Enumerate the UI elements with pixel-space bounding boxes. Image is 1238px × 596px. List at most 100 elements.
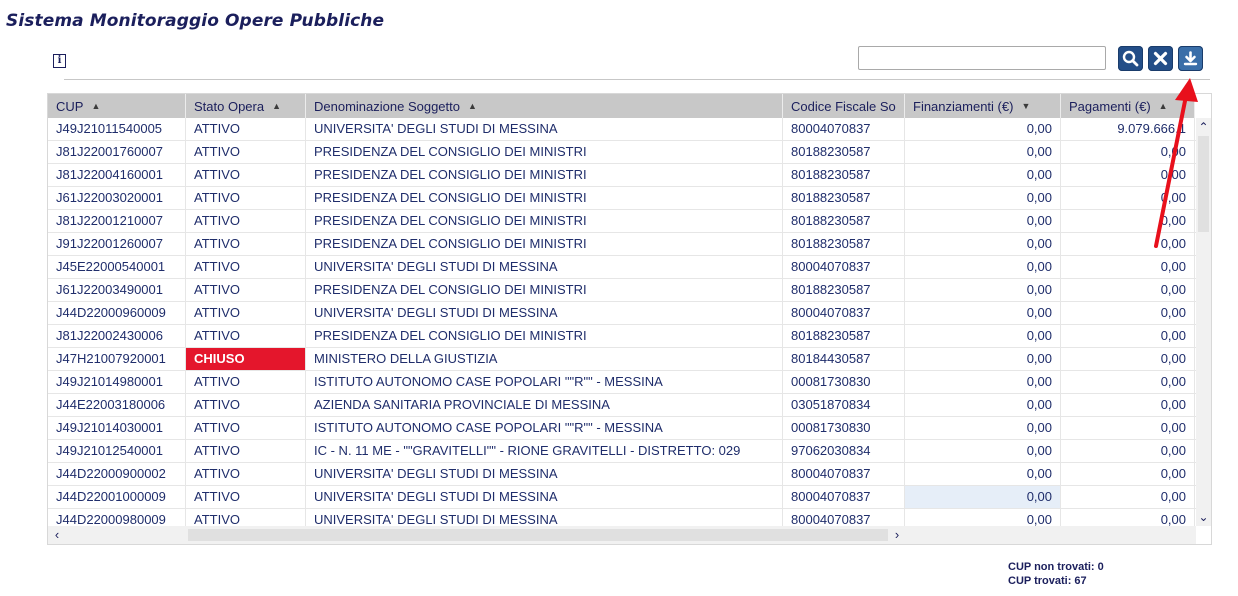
table-cell[interactable]: 0,00 bbox=[905, 210, 1061, 232]
table-cell[interactable]: 0,00 bbox=[1061, 164, 1195, 186]
table-row[interactable]: J49J21011540005 ATTIVO UNIVERSITA' DEGLI S… bbox=[48, 118, 1196, 141]
column-header-pagamenti[interactable]: Pagamenti (€) ▲ bbox=[1061, 94, 1195, 118]
table-row[interactable]: J44D22000960009 ATTIVO UNIVERSITA' DEGLI S… bbox=[48, 302, 1196, 325]
vertical-scroll-thumb[interactable] bbox=[1198, 136, 1209, 232]
table-cell[interactable]: ISTITUTO AUTONOMO CASE POPOLARI ""R"" - … bbox=[306, 371, 783, 393]
table-row[interactable]: J81J22001760007 ATTIVO PRESIDENZA DEL CONS… bbox=[48, 141, 1196, 164]
table-cell[interactable]: 80188230587 bbox=[783, 325, 905, 347]
table-cell[interactable]: UNIVERSITA' DEGLI STUDI DI MESSINA bbox=[306, 256, 783, 278]
table-cell[interactable]: ATTIVO bbox=[186, 256, 306, 278]
table-cell[interactable]: 80188230587 bbox=[783, 164, 905, 186]
table-cell[interactable]: AZIENDA SANITARIA PROVINCIALE DI MESSINA bbox=[306, 394, 783, 416]
table-cell[interactable]: ATTIVO bbox=[186, 325, 306, 347]
table-cell[interactable]: 0,00 bbox=[1061, 187, 1195, 209]
table-cell[interactable]: PRESIDENZA DEL CONSIGLIO DEI MINISTRI bbox=[306, 210, 783, 232]
table-cell[interactable]: J81J22004160001 bbox=[48, 164, 186, 186]
table-cell[interactable]: PRESIDENZA DEL CONSIGLIO DEI MINISTRI bbox=[306, 233, 783, 255]
table-cell[interactable]: 0,00 bbox=[1061, 256, 1195, 278]
table-cell[interactable]: 0,00 bbox=[905, 256, 1061, 278]
table-cell[interactable]: J49J21011540005 bbox=[48, 118, 186, 140]
table-cell[interactable]: 80004070837 bbox=[783, 463, 905, 485]
table-row[interactable]: J44D22000980009 ATTIVO UNIVERSITA' DEGLI S… bbox=[48, 509, 1196, 526]
table-cell[interactable]: 0,00 bbox=[1061, 348, 1195, 370]
table-cell[interactable]: ATTIVO bbox=[186, 302, 306, 324]
table-cell[interactable]: ATTIVO bbox=[186, 486, 306, 508]
table-cell[interactable]: ATTIVO bbox=[186, 417, 306, 439]
table-cell[interactable]: 0,00 bbox=[905, 417, 1061, 439]
table-cell[interactable]: 0,00 bbox=[905, 440, 1061, 462]
table-row[interactable]: J45E22000540001 ATTIVO UNIVERSITA' DEGLI S… bbox=[48, 256, 1196, 279]
horizontal-scrollbar[interactable]: ‹ › bbox=[48, 526, 1196, 544]
table-cell[interactable]: 0,00 bbox=[905, 463, 1061, 485]
column-header-stato-opera[interactable]: Stato Opera ▲ bbox=[186, 94, 306, 118]
info-icon[interactable]: i bbox=[53, 54, 66, 68]
table-cell[interactable]: 0,00 bbox=[905, 279, 1061, 301]
table-cell[interactable]: J47H21007920001 bbox=[48, 348, 186, 370]
table-cell[interactable]: 80004070837 bbox=[783, 302, 905, 324]
table-cell[interactable]: PRESIDENZA DEL CONSIGLIO DEI MINISTRI bbox=[306, 279, 783, 301]
table-cell[interactable]: 0,00 bbox=[1061, 486, 1195, 508]
table-row[interactable]: J44D22000900002 ATTIVO UNIVERSITA' DEGLI S… bbox=[48, 463, 1196, 486]
table-cell[interactable]: UNIVERSITA' DEGLI STUDI DI MESSINA bbox=[306, 463, 783, 485]
table-cell[interactable]: 9.079.666,1 bbox=[1061, 118, 1195, 140]
table-cell[interactable]: IC - N. 11 ME - ""GRAVITELLI"" - RIONE G… bbox=[306, 440, 783, 462]
column-header-cup[interactable]: CUP ▲ bbox=[48, 94, 186, 118]
table-cell[interactable]: 80188230587 bbox=[783, 210, 905, 232]
table-cell[interactable]: J81J22002430006 bbox=[48, 325, 186, 347]
table-cell[interactable]: UNIVERSITA' DEGLI STUDI DI MESSINA bbox=[306, 509, 783, 526]
table-cell[interactable]: 00081730830 bbox=[783, 371, 905, 393]
table-cell[interactable]: 80188230587 bbox=[783, 141, 905, 163]
chevron-right-icon[interactable]: › bbox=[890, 527, 904, 543]
table-cell[interactable]: 80004070837 bbox=[783, 118, 905, 140]
table-cell[interactable]: 0,00 bbox=[905, 348, 1061, 370]
table-cell[interactable]: 0,00 bbox=[1061, 325, 1195, 347]
table-cell[interactable]: J44D22000960009 bbox=[48, 302, 186, 324]
table-cell[interactable]: 0,00 bbox=[905, 325, 1061, 347]
sort-icon[interactable]: ▲ bbox=[272, 101, 281, 111]
table-cell[interactable]: 0,00 bbox=[905, 141, 1061, 163]
table-cell[interactable]: 0,00 bbox=[1061, 417, 1195, 439]
chevron-up-icon[interactable]: ⌃ bbox=[1197, 120, 1210, 134]
column-header-denominazione[interactable]: Denominazione Soggetto ▲ bbox=[306, 94, 783, 118]
table-row[interactable]: J91J22001260007 ATTIVO PRESIDENZA DEL CONS… bbox=[48, 233, 1196, 256]
table-cell[interactable]: ATTIVO bbox=[186, 233, 306, 255]
table-cell[interactable]: J44D22000980009 bbox=[48, 509, 186, 526]
column-header-codice-fiscale[interactable]: Codice Fiscale So bbox=[783, 94, 905, 118]
table-cell[interactable]: 0,00 bbox=[905, 233, 1061, 255]
table-cell[interactable]: J44D22000900002 bbox=[48, 463, 186, 485]
clear-button[interactable] bbox=[1148, 46, 1173, 71]
column-header-finanziamenti[interactable]: Finanziamenti (€) ▼ bbox=[905, 94, 1061, 118]
table-cell[interactable]: 0,00 bbox=[905, 187, 1061, 209]
horizontal-scroll-thumb[interactable] bbox=[188, 529, 888, 541]
sort-desc-icon[interactable]: ▼ bbox=[1021, 101, 1030, 111]
table-cell[interactable]: ATTIVO bbox=[186, 164, 306, 186]
table-cell[interactable]: 0,00 bbox=[1061, 279, 1195, 301]
search-button[interactable] bbox=[1118, 46, 1143, 71]
table-cell[interactable]: 03051870834 bbox=[783, 394, 905, 416]
sort-icon[interactable]: ▲ bbox=[1159, 101, 1168, 111]
table-row[interactable]: J81J22004160001 ATTIVO PRESIDENZA DEL CONS… bbox=[48, 164, 1196, 187]
table-row[interactable]: J44D22001000009 ATTIVO UNIVERSITA' DEGLI S… bbox=[48, 486, 1196, 509]
table-cell[interactable]: PRESIDENZA DEL CONSIGLIO DEI MINISTRI bbox=[306, 164, 783, 186]
table-cell[interactable]: 0,00 bbox=[905, 509, 1061, 526]
table-cell[interactable]: 0,00 bbox=[905, 371, 1061, 393]
table-cell[interactable]: CHIUSO bbox=[186, 348, 306, 370]
chevron-left-icon[interactable]: ‹ bbox=[50, 527, 64, 543]
download-button[interactable] bbox=[1178, 46, 1203, 71]
table-cell[interactable]: 0,00 bbox=[1061, 440, 1195, 462]
table-cell[interactable]: J44E22003180006 bbox=[48, 394, 186, 416]
table-cell[interactable]: J61J22003020001 bbox=[48, 187, 186, 209]
table-cell[interactable]: ATTIVO bbox=[186, 463, 306, 485]
table-cell[interactable]: 80188230587 bbox=[783, 279, 905, 301]
table-cell[interactable]: 0,00 bbox=[1061, 233, 1195, 255]
table-cell[interactable]: 0,00 bbox=[905, 394, 1061, 416]
table-cell[interactable]: UNIVERSITA' DEGLI STUDI DI MESSINA bbox=[306, 486, 783, 508]
table-row[interactable]: J44E22003180006 ATTIVO AZIENDA SANITARIA P… bbox=[48, 394, 1196, 417]
table-cell[interactable]: ATTIVO bbox=[186, 394, 306, 416]
table-cell[interactable]: 0,00 bbox=[905, 164, 1061, 186]
table-cell[interactable]: 80184430587 bbox=[783, 348, 905, 370]
table-cell[interactable]: J91J22001260007 bbox=[48, 233, 186, 255]
table-row[interactable]: J61J22003490001 ATTIVO PRESIDENZA DEL CONS… bbox=[48, 279, 1196, 302]
table-cell[interactable]: J45E22000540001 bbox=[48, 256, 186, 278]
table-cell[interactable]: PRESIDENZA DEL CONSIGLIO DEI MINISTRI bbox=[306, 141, 783, 163]
